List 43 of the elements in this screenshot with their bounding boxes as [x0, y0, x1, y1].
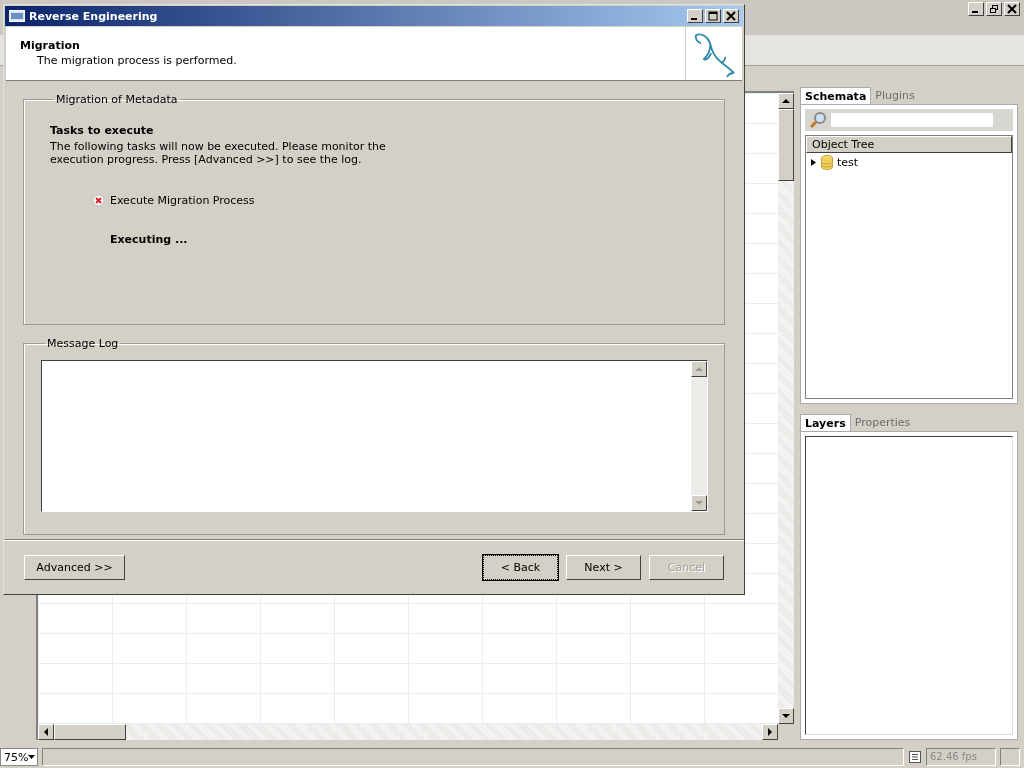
arrow-icon — [28, 755, 36, 759]
arrow-icon — [43, 728, 49, 736]
group-label: Message Log — [46, 337, 120, 350]
arrow-icon — [782, 713, 790, 719]
close-icon[interactable] — [723, 9, 739, 23]
arrow-icon — [782, 98, 790, 104]
column-header[interactable]: Object Tree — [806, 136, 1012, 153]
search-field[interactable] — [831, 113, 993, 127]
status-text: Executing ... — [110, 233, 189, 247]
panel-tab[interactable]: Layers — [800, 414, 851, 431]
close-icon[interactable] — [1004, 2, 1020, 16]
group-label: Migration of Metadata — [55, 93, 179, 106]
expander-icon[interactable] — [810, 159, 817, 166]
vertical-scrollbar[interactable] — [778, 93, 794, 724]
dialog-button[interactable]: < Back — [483, 554, 558, 580]
window-icon — [9, 10, 25, 22]
fps-readout: 62.46 fps — [926, 748, 996, 766]
description-text: The following tasks will now be executed. Please monitor the execution progress. Press [Advanced >>] to see the log. — [50, 140, 387, 167]
tree-item[interactable]: test — [837, 156, 859, 169]
arrow-icon — [695, 500, 703, 506]
search-icon — [809, 111, 827, 129]
minimize-icon[interactable] — [687, 9, 703, 23]
maximize-icon[interactable] — [705, 9, 721, 23]
page-title: Migration — [20, 39, 81, 52]
status-field — [1000, 748, 1020, 766]
vertical-scrollbar[interactable] — [691, 361, 707, 511]
dialog-button[interactable]: Next > — [566, 554, 641, 580]
task-label: Execute Migration Process — [110, 194, 255, 208]
page-subtitle: The migration process is performed. — [36, 54, 238, 67]
scroll-thumb[interactable] — [54, 724, 126, 740]
zoom-dropdown[interactable]: 75% — [0, 748, 38, 766]
document-icon — [908, 750, 922, 764]
section-heading: Tasks to execute — [50, 124, 155, 137]
minimize-icon[interactable] — [968, 2, 984, 16]
arrow-icon — [695, 366, 703, 372]
dialog-button[interactable]: Advanced >> — [24, 554, 125, 580]
arrow-icon — [767, 728, 773, 736]
restore-icon[interactable] — [986, 2, 1002, 16]
panel-tab[interactable]: Schemata — [800, 87, 872, 104]
database-icon — [821, 155, 833, 170]
scroll-thumb[interactable] — [778, 109, 794, 181]
window-title: Reverse Engineering — [29, 9, 159, 23]
horizontal-scrollbar[interactable] — [38, 724, 778, 740]
